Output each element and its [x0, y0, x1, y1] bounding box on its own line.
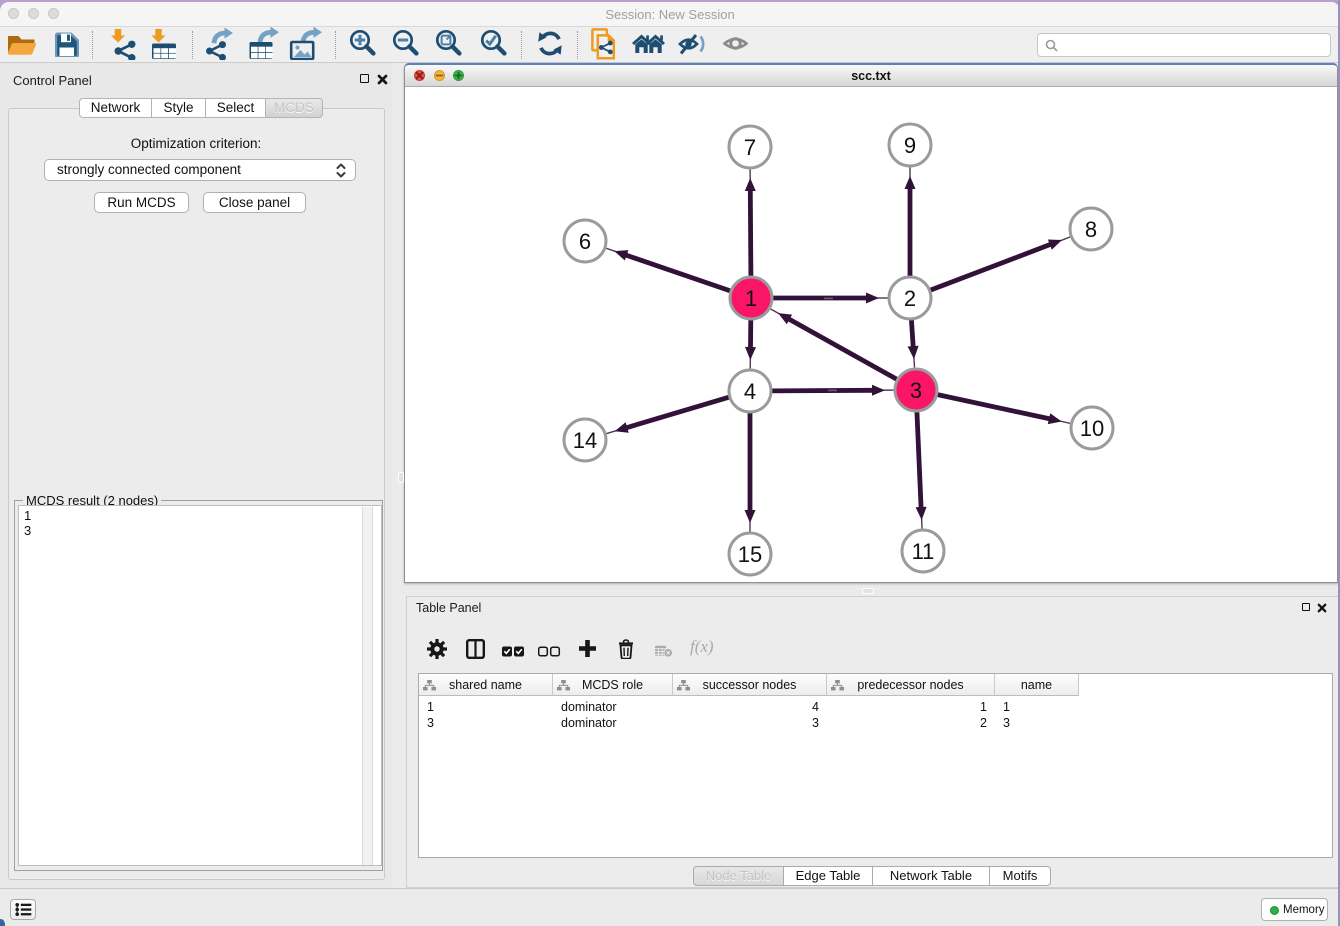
svg-text:15: 15	[737, 542, 761, 567]
svg-text:14: 14	[572, 428, 596, 453]
svg-text:7: 7	[743, 135, 755, 160]
svg-text:3: 3	[909, 378, 921, 403]
svg-text:4: 4	[743, 379, 755, 404]
svg-text:11: 11	[911, 539, 934, 564]
svg-text:10: 10	[1079, 416, 1103, 441]
svg-text:6: 6	[578, 229, 590, 254]
svg-text:2: 2	[903, 286, 915, 311]
svg-text:8: 8	[1084, 217, 1096, 242]
svg-text:1: 1	[744, 286, 756, 311]
svg-text:9: 9	[903, 133, 915, 158]
